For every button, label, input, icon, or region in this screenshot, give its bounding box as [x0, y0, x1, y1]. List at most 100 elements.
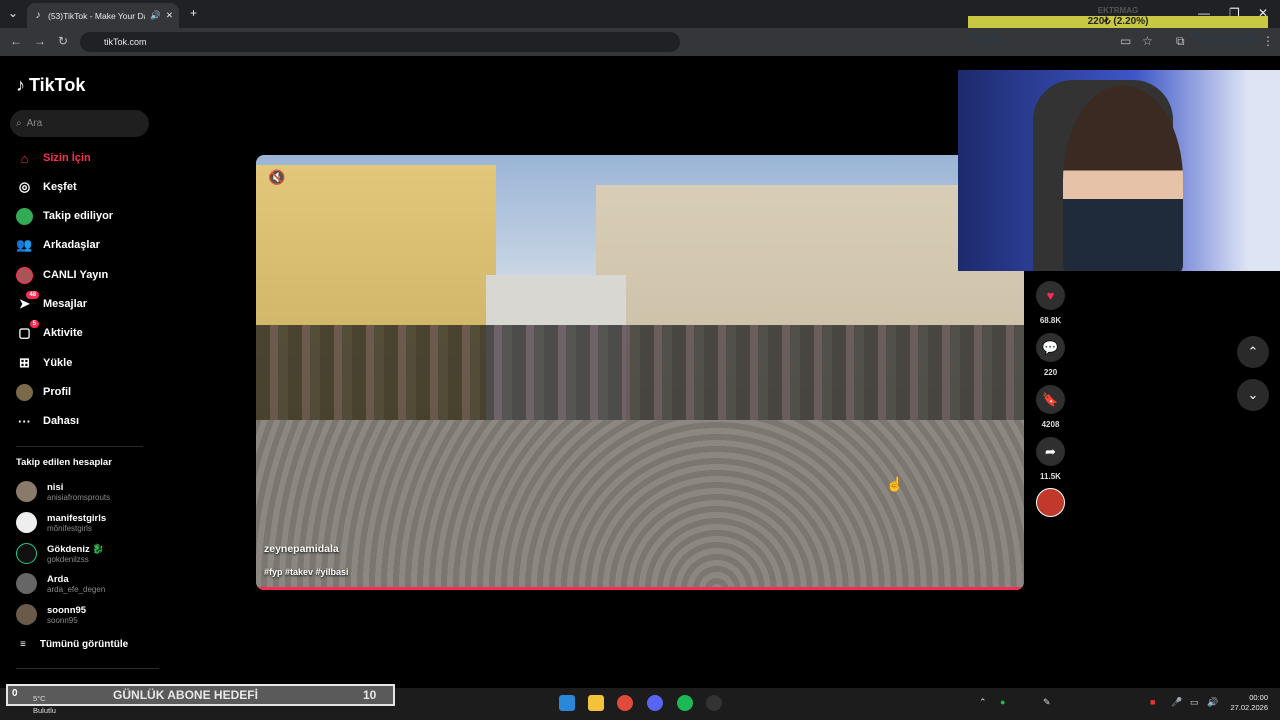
goal-label: GÜNLÜK ABONE HEDEFİ [113, 688, 258, 702]
url-text: tikTok.com [104, 37, 147, 47]
profile-avatar-icon [16, 383, 33, 401]
like-action[interactable]: ♥ 68.8K [1036, 281, 1065, 325]
weather-temp: 5°C [33, 694, 46, 703]
sidebar-divider [16, 446, 143, 447]
previous-video-chevron-up-icon[interactable]: ⌃ [1237, 336, 1269, 368]
tiktok-note-icon: ♪ [16, 75, 25, 95]
new-tab-icon[interactable]: + [190, 6, 197, 20]
goal-current: 0 [12, 688, 18, 699]
save-action[interactable]: 🔖 4208 [1036, 385, 1065, 429]
spotify-icon[interactable] [677, 695, 693, 711]
nav-label: Yükle [43, 357, 73, 369]
bookmark-icon[interactable]: 🔖 [1036, 385, 1065, 414]
browser-tab[interactable]: ♪ (53)TikTok - Make Your Day 🔊 ✕ [27, 3, 179, 28]
discord-icon[interactable] [647, 695, 663, 711]
tray-chevron-up-icon[interactable]: ⌃ [979, 697, 987, 708]
nav-activity[interactable]: ▢ 5 Aktivite [16, 319, 83, 343]
account-item[interactable]: Gökdeniz 🐉 gokdenilzss [16, 543, 104, 564]
obs-icon[interactable] [706, 695, 722, 711]
windows-start-icon[interactable] [559, 695, 575, 711]
account-name: Arda [47, 573, 69, 585]
avatar [16, 573, 37, 594]
back-icon[interactable]: ← [10, 34, 22, 48]
video-author[interactable]: zeynepamidala [264, 543, 339, 555]
browser-menu-icon[interactable]: ⋮ [1262, 34, 1274, 48]
search-placeholder: Ara [26, 118, 43, 129]
file-explorer-icon[interactable] [588, 695, 604, 711]
stream-ticker: EKTRMAG 220₺ (2.20%) [968, 6, 1268, 28]
nav-more[interactable]: ··· Dahası [16, 411, 79, 431]
nav-for-you[interactable]: ⌂ Sizin İçin [16, 148, 91, 168]
following-avatar-icon [16, 207, 33, 225]
comment-action[interactable]: 💬 220 [1036, 333, 1065, 377]
ticker-value: 220₺ (2.20%) [1087, 16, 1149, 27]
author-avatar[interactable] [1036, 488, 1065, 517]
nav-profile[interactable]: Profil [16, 382, 71, 402]
volume-icon[interactable]: 🔊 [1207, 697, 1218, 708]
tray-pen-icon[interactable]: ✎ [1043, 697, 1051, 708]
tab-close-icon[interactable]: ✕ [166, 10, 173, 21]
see-all-label: Tümünü görüntüle [39, 639, 129, 650]
account-item[interactable]: nisi anisiafromsprouts [16, 481, 110, 502]
search-icon: ⌕ [16, 118, 22, 129]
chrome-icon[interactable] [617, 695, 633, 711]
bookmark-star-icon[interactable]: ☆ [1142, 34, 1153, 48]
video-progress-bar[interactable] [256, 587, 1024, 590]
cast-icon[interactable]: ▭ [1120, 34, 1131, 48]
nav-upload[interactable]: ⊞ Yükle [16, 353, 72, 373]
messages-icon: ➤ 48 [16, 290, 39, 313]
nav-following[interactable]: Takip ediliyor [16, 206, 113, 226]
save-count: 4208 [1041, 420, 1060, 429]
search-input[interactable]: ⌕ Ara [10, 110, 149, 137]
url-field[interactable]: tikTok.com [80, 32, 680, 52]
subscriber-goal-overlay: 0 GÜNLÜK ABONE HEDEFİ 10 [6, 684, 395, 706]
live-icon [16, 266, 33, 284]
nav-label: Sizin İçin [43, 152, 91, 164]
weather-desc: Bulutlu [33, 706, 56, 715]
share-action[interactable]: ➦ 11.5K [1036, 437, 1065, 481]
nav-friends[interactable]: 👥 Arkadaşlar [16, 235, 99, 255]
tab-list-chevron-icon[interactable]: ⌄ [8, 6, 18, 20]
microphone-icon[interactable]: 🎤 [1171, 697, 1182, 708]
mute-icon[interactable]: 🔇 [268, 169, 285, 186]
tiktok-logo[interactable]: ♪ TikTok [16, 75, 85, 96]
nav-live[interactable]: CANLI Yayın [16, 265, 108, 285]
activity-badge: 5 [29, 319, 39, 328]
tray-record-icon[interactable]: ■ [1150, 697, 1155, 707]
account-item[interactable]: soonn95 soonn95 [16, 604, 86, 625]
comment-count: 220 [1043, 368, 1058, 377]
avatar [16, 543, 37, 564]
nav-label: Aktivite [43, 327, 83, 339]
clock-date: 27.02.2026 [1230, 703, 1268, 712]
weather-widget[interactable]: Bulutlu [33, 706, 56, 715]
nav-explore[interactable]: ◎ Keşfet [16, 177, 77, 197]
comment-icon[interactable]: 💬 [1036, 333, 1065, 362]
reload-icon[interactable]: ↻ [58, 34, 68, 48]
account-name: Gökdeniz 🐉 [47, 543, 105, 555]
next-video-chevron-down-icon[interactable]: ⌄ [1237, 379, 1269, 411]
account-item[interactable]: Arda arda_efe_degen [16, 573, 105, 594]
like-count: 68.8K [1039, 316, 1062, 325]
network-icon[interactable]: ▭ [1190, 697, 1199, 708]
video-player[interactable]: 🔇 zeynepamidala #fyp #takev #yilbasi [256, 155, 1024, 590]
tiktok-favicon-icon: ♪ [35, 10, 41, 21]
ticker-label: EKTRMAG [1097, 6, 1139, 15]
hand-cursor-icon: ☝ [886, 476, 904, 492]
speaker-icon[interactable]: 🔊 [150, 10, 161, 21]
share-icon[interactable]: ➦ [1036, 437, 1065, 466]
account-handle: arda_efe_degen [47, 584, 106, 594]
clock-time: 00:00 [1249, 693, 1268, 702]
video-hashtags[interactable]: #fyp #takev #yilbasi [264, 567, 349, 577]
see-all-button[interactable]: ≡ Tümünü görüntüle [20, 639, 128, 650]
account-name: nisi [47, 481, 64, 493]
forward-icon[interactable]: → [34, 34, 46, 48]
extensions-icon[interactable]: ⧉ [1176, 34, 1185, 49]
account-handle: soonn95 [47, 615, 78, 625]
nav-messages[interactable]: ➤ 48 Mesajlar [16, 290, 88, 314]
donation-current: TRY0 [968, 31, 1004, 47]
system-clock[interactable]: 00:00 27.02.2026 [1226, 693, 1268, 713]
heart-icon[interactable]: ♥ [1036, 281, 1065, 310]
tray-spotify-icon[interactable]: ● [1000, 697, 1005, 707]
nav-label: Mesajlar [43, 298, 88, 310]
account-item[interactable]: manifestgirls mõnifestgirls [16, 512, 106, 533]
